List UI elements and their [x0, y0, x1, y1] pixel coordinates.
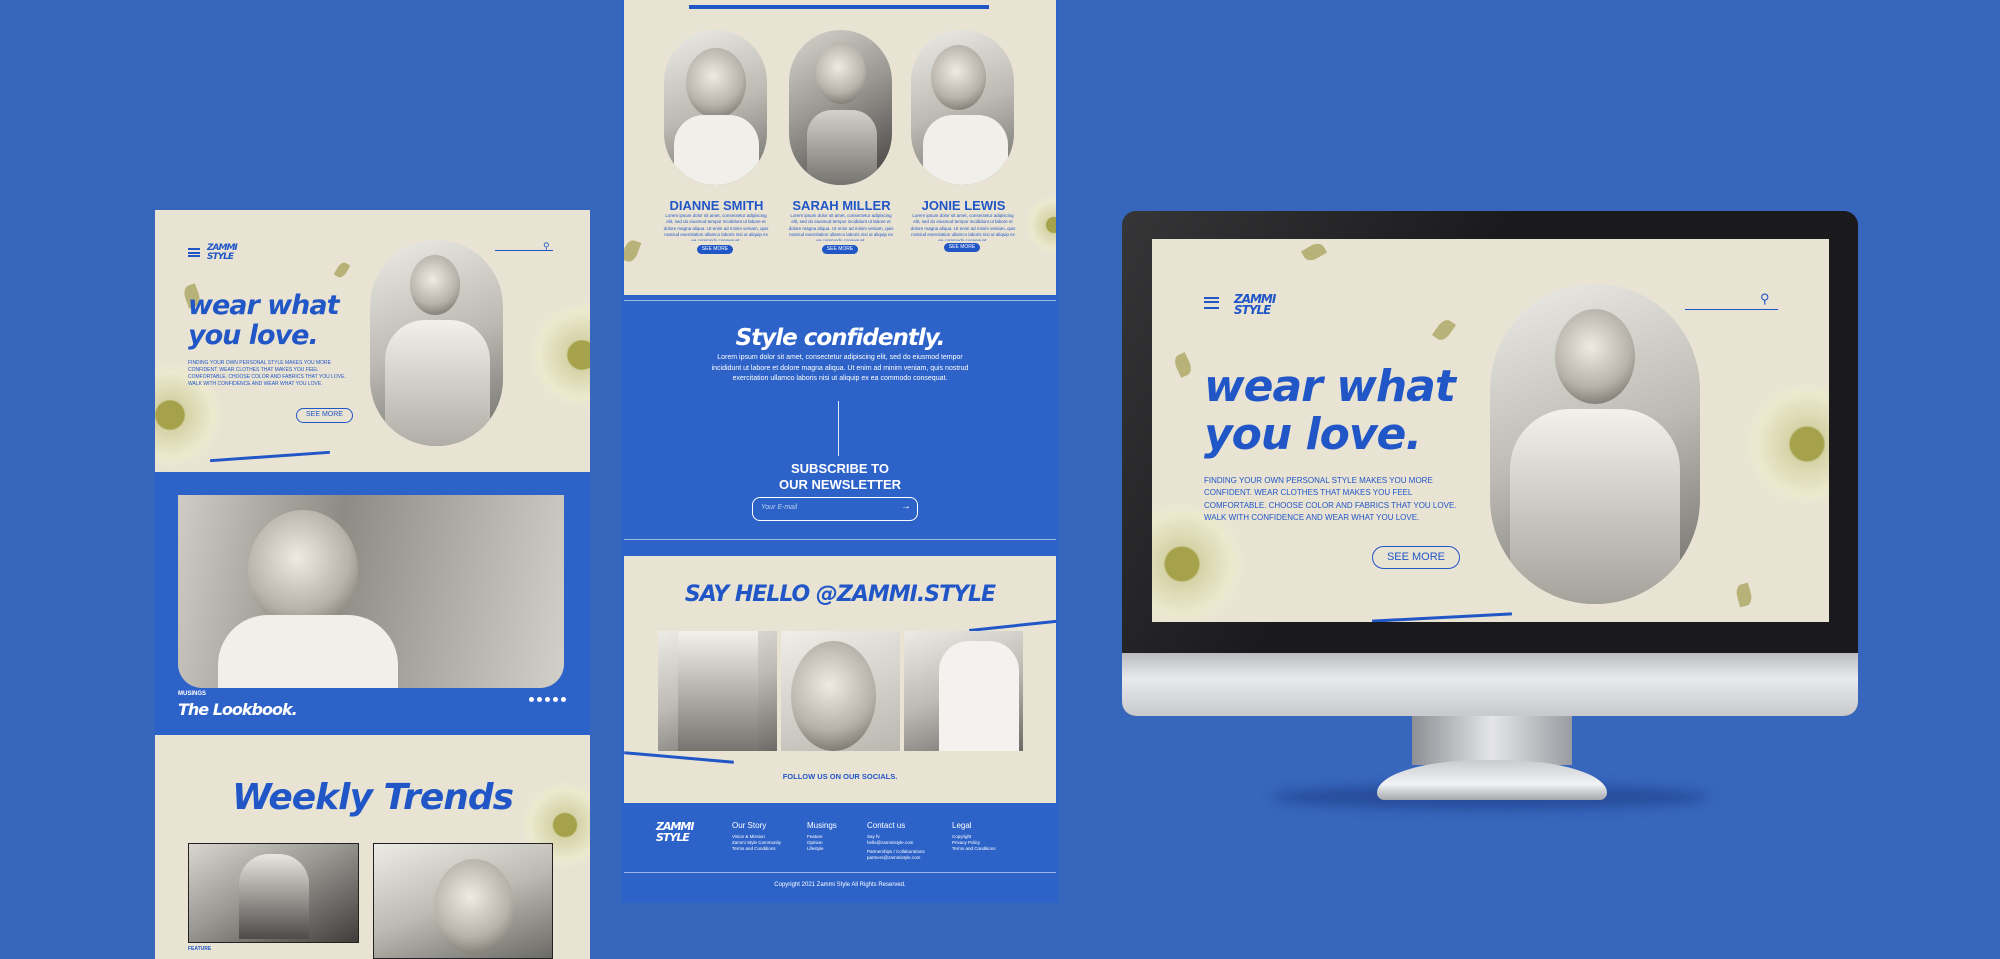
leaf-decoration	[333, 260, 351, 280]
monitor-stand-neck	[1412, 715, 1572, 765]
style-section: Style confidently. Lorem ipsum dolor sit…	[624, 300, 1056, 540]
footer-link[interactable]: partners@zammistyle.com	[867, 855, 920, 860]
footer-link[interactable]: Lifestyle	[807, 846, 824, 851]
team-bio-sarah: Lorem ipsum dolor sit amet, consectetur …	[788, 213, 894, 241]
desktop-screen: ZAMMI STYLE ⚲ wear what you love. FINDIN…	[1152, 239, 1829, 622]
trend-card-photo[interactable]	[373, 843, 553, 959]
social-photo[interactable]	[904, 631, 1023, 751]
footer-col-heading: Our Story	[732, 821, 767, 830]
leaf-decoration	[624, 238, 642, 264]
footer-link[interactable]: Terms and Conditions	[732, 846, 776, 851]
lookbook-title[interactable]: The Lookbook.	[178, 700, 298, 719]
flower-decoration	[1024, 195, 1056, 255]
team-see-more-button[interactable]: SEE MORE	[697, 245, 733, 254]
brand-logo[interactable]: ZAMMI STYLE	[1234, 293, 1280, 316]
style-title: Style confidently.	[735, 325, 946, 351]
brush-stroke-decoration	[1372, 612, 1512, 622]
trend-card-eyebrow: FEATURE	[188, 946, 212, 952]
footer-link[interactable]: Terms and Conditions	[952, 846, 996, 851]
footer-link[interactable]: Vision & Mission	[732, 834, 765, 839]
left-hero-section: ZAMMI STYLE ⚲ wear what you love. FINDIN…	[155, 210, 590, 472]
menu-icon[interactable]	[188, 248, 200, 257]
newsletter-title-line2: OUR NEWSLETTER	[778, 477, 902, 492]
footer-divider	[624, 872, 1056, 873]
middle-mockup: DIANNE SMITH SARAH MILLER JONIE LEWIS Lo…	[622, 0, 1058, 903]
hero-headline-line2: you love.	[1204, 409, 1422, 460]
monitor-chin	[1122, 653, 1858, 716]
team-see-more-button[interactable]: SEE MORE	[822, 245, 858, 254]
team-name-dianne: DIANNE SMITH	[669, 198, 764, 213]
team-photo-jonie	[911, 30, 1014, 185]
footer-link[interactable]: Feature	[807, 834, 823, 839]
brand-logo[interactable]: ZAMMI STYLE	[207, 244, 243, 262]
footer-link[interactable]: Partnerships / Collaborations	[867, 849, 925, 854]
email-field[interactable]: Your E-mail →	[752, 497, 918, 521]
footer-link[interactable]: Zammi Style Community	[732, 840, 781, 845]
hero-portrait-photo	[1490, 284, 1700, 604]
newsletter-title-line1: SUBSCRIBE TO	[791, 461, 889, 476]
brush-stroke-decoration	[210, 450, 330, 463]
footer-logo[interactable]: ZAMMI STYLE	[656, 821, 700, 843]
footer-link[interactable]: Opinion	[807, 840, 823, 845]
carousel-dots[interactable]	[529, 697, 566, 702]
menu-icon[interactable]	[1204, 297, 1219, 309]
flower-decoration	[527, 300, 590, 410]
monitor-frame: ZAMMI STYLE ⚲ wear what you love. FINDIN…	[1122, 211, 1858, 716]
team-name-sarah: SARAH MILLER	[792, 198, 891, 213]
leaf-decoration	[1172, 352, 1194, 378]
brush-stroke-decoration	[624, 751, 734, 764]
weekly-trends-section: Weekly Trends FEATURE	[155, 735, 590, 959]
team-see-more-button[interactable]: SEE MORE	[944, 243, 980, 252]
trend-card-photo[interactable]	[188, 843, 359, 943]
lookbook-photo	[178, 495, 564, 688]
hero-portrait-photo	[370, 240, 503, 446]
footer-link[interactable]: hello@zammistyle.com	[867, 840, 913, 845]
see-more-button[interactable]: SEE MORE	[1372, 546, 1460, 569]
divider-line	[838, 401, 839, 456]
footer-col-heading: Contact us	[867, 821, 906, 830]
social-photo[interactable]	[658, 631, 777, 751]
footer-link[interactable]: Privacy Policy	[952, 840, 980, 845]
team-name-jonie: JONIE LEWIS	[921, 198, 1006, 213]
see-more-button[interactable]: SEE MORE	[296, 408, 353, 423]
weekly-trends-title: Weekly Trends	[231, 777, 514, 818]
copyright-text: Copyright 2021 Zammi Style All Rights Re…	[774, 882, 906, 888]
footer-col-heading: Musings	[807, 821, 837, 830]
footer-link[interactable]: Copyright	[952, 834, 971, 839]
team-bio-jonie: Lorem ipsum dolor sit amet, consectetur …	[910, 213, 1016, 241]
section-title-cut	[689, 5, 989, 9]
team-section: DIANNE SMITH SARAH MILLER JONIE LEWIS Lo…	[624, 0, 1056, 295]
social-caption: FOLLOW US ON OUR SOCIALS.	[782, 772, 898, 781]
hero-headline-line1: wear what	[1204, 361, 1456, 412]
footer-link[interactable]: Say hi	[867, 834, 880, 839]
search-icon[interactable]: ⚲	[1760, 291, 1770, 307]
style-body: Lorem ipsum dolor sit amet, consectetur …	[711, 354, 969, 382]
leaf-decoration	[1734, 582, 1754, 608]
hero-headline-line2: you love.	[188, 320, 319, 351]
footer-col-heading: Legal	[952, 821, 972, 830]
email-placeholder: Your E-mail	[761, 504, 798, 511]
team-bio-dianne: Lorem ipsum dolor sit amet, consectetur …	[663, 213, 769, 241]
leaf-decoration	[1300, 240, 1328, 264]
social-section: SAY HELLO @ZAMMI.STYLE FOLLOW US ON OUR …	[624, 556, 1056, 803]
social-photo[interactable]	[781, 631, 900, 751]
search-bar[interactable]	[1685, 309, 1778, 310]
submit-arrow-icon[interactable]: →	[901, 501, 911, 512]
leaf-decoration	[1431, 316, 1457, 344]
monitor-stand-base	[1377, 760, 1607, 800]
hero-headline-line1: wear what	[188, 290, 339, 321]
team-photo-dianne	[664, 30, 767, 185]
social-title[interactable]: SAY HELLO @ZAMMI.STYLE	[624, 582, 1056, 607]
left-mockup: ZAMMI STYLE ⚲ wear what you love. FINDIN…	[155, 210, 590, 959]
team-photo-sarah	[789, 30, 892, 185]
hero-body: FINDING YOUR OWN PERSONAL STYLE MAKES YO…	[1204, 476, 1457, 523]
hero-body: FINDING YOUR OWN PERSONAL STYLE MAKES YO…	[188, 360, 346, 387]
footer: ZAMMI STYLE Our Story Vision & Mission Z…	[624, 803, 1056, 903]
flower-decoration	[1742, 379, 1829, 509]
lookbook-eyebrow: MUSINGS	[178, 691, 207, 697]
search-icon[interactable]: ⚲	[543, 241, 550, 252]
